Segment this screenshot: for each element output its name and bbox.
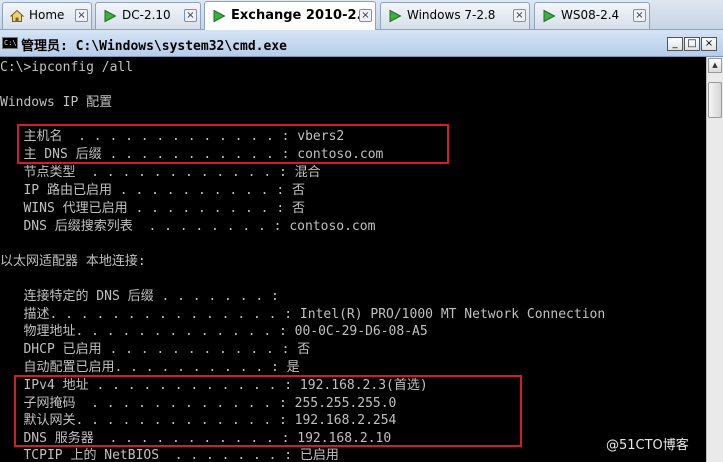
cmd-title-bar[interactable]: C:\ 管理员: C:\Windows\system32\cmd.exe _ □…	[0, 30, 723, 57]
console-line: 节点类型 . . . . . . . . . . . . : 混合	[0, 165, 321, 180]
console-line: 连接特定的 DNS 后缀 . . . . . . . :	[0, 289, 279, 304]
tab-ws08-2-4[interactable]: WS08-2.4 ×	[534, 2, 650, 29]
close-icon[interactable]: ×	[75, 9, 88, 22]
console-line: Windows IP 配置	[0, 95, 113, 110]
console-line: 物理地址. . . . . . . . . . . . . : 00-0C-29…	[0, 324, 428, 339]
tab-home[interactable]: Home ×	[2, 2, 92, 29]
console-line: 主机名 . . . . . . . . . . . . . : vbers2	[0, 129, 345, 144]
tab-label: WS08-2.4	[561, 8, 620, 22]
console-line: DNS 服务器 . . . . . . . . . . . : 192.168.…	[0, 431, 392, 446]
tab-label: Windows 7-2.8	[407, 8, 496, 22]
tab-label: Home	[29, 8, 65, 22]
cmd-icon: C:\	[2, 37, 18, 49]
minimize-button[interactable]: _	[667, 37, 683, 51]
close-icon[interactable]: ×	[359, 9, 372, 22]
vm-running-icon	[213, 9, 226, 23]
scroll-thumb[interactable]	[708, 82, 722, 118]
vm-running-icon	[389, 9, 402, 23]
console-line: WINS 代理已启用 . . . . . . . . . : 否	[0, 201, 305, 216]
watermark: @51CTO博客	[606, 438, 689, 453]
tab-label: Exchange 2010-2.3	[231, 8, 371, 23]
console-line: IP 路由已启用 . . . . . . . . . . : 否	[0, 183, 305, 198]
console-line: 子网掩码 . . . . . . . . . . . . : 255.255.2…	[0, 396, 397, 411]
console-line: 以太网适配器 本地连接:	[0, 254, 146, 269]
console-line: TCPIP 上的 NetBIOS . . . . . . . : 已启用	[0, 448, 339, 462]
console-line: 描述. . . . . . . . . . . . . . . : Intel(…	[0, 307, 606, 322]
vertical-scrollbar[interactable]: ▲	[706, 57, 723, 462]
console-line: C:\>ipconfig /all	[0, 60, 134, 75]
window-title: 管理员: C:\Windows\system32\cmd.exe	[21, 39, 287, 54]
console-line: 自动配置已启用. . . . . . . . . . : 是	[0, 360, 300, 375]
close-icon[interactable]: ×	[633, 9, 646, 22]
tab-exchange-2010-2-3[interactable]: Exchange 2010-2.3 ×	[204, 1, 376, 30]
vm-tab-bar: Home × DC-2.10 × Exchange 2010-2.3 × Win…	[0, 0, 723, 30]
tab-dc-2-10[interactable]: DC-2.10 ×	[95, 2, 201, 29]
console-output[interactable]: C:\>ipconfig /all Windows IP 配置 主机名 . . …	[0, 57, 706, 462]
tab-windows-7-2-8[interactable]: Windows 7-2.8 ×	[380, 2, 530, 29]
close-icon[interactable]: ×	[513, 9, 526, 22]
console-line: 主 DNS 后缀 . . . . . . . . . . . : contoso…	[0, 147, 384, 162]
vm-running-icon	[543, 9, 556, 23]
console-line: IPv4 地址 . . . . . . . . . . . . : 192.16…	[0, 378, 428, 393]
close-button[interactable]: ×	[701, 37, 717, 51]
vm-running-icon	[104, 9, 117, 23]
console-line: DHCP 已启用 . . . . . . . . . . . : 否	[0, 342, 311, 357]
close-icon[interactable]: ×	[184, 9, 197, 22]
scroll-up-icon[interactable]: ▲	[708, 58, 722, 73]
console-line: DNS 后缀搜索列表 . . . . . . . . : contoso.com	[0, 219, 376, 234]
maximize-button[interactable]: □	[684, 37, 700, 51]
home-icon	[10, 9, 24, 22]
console-line: 默认网关. . . . . . . . . . . . . : 192.168.…	[0, 413, 397, 428]
tab-label: DC-2.10	[122, 8, 171, 22]
